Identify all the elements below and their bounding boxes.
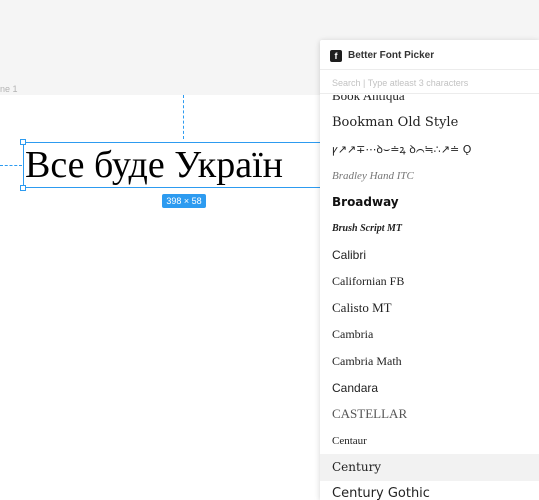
font-list-item[interactable]: Bradley Hand ITC <box>320 163 539 190</box>
font-list-item[interactable]: Book Antiqua <box>320 95 539 110</box>
font-list-item[interactable]: Calisto MT <box>320 295 539 322</box>
font-list-item[interactable]: Californian FB <box>320 269 539 296</box>
resize-handle-bottom-left[interactable] <box>20 185 26 191</box>
font-list-item[interactable]: Centaur <box>320 428 539 455</box>
alignment-guide-vertical <box>183 95 184 139</box>
font-list-item[interactable]: CASTELLAR <box>320 401 539 428</box>
plugin-logo-icon: f <box>330 50 342 62</box>
frame-name-label[interactable]: ne 1 <box>0 84 18 94</box>
font-list-item[interactable]: ꝩ↗↗∓⋯ꝺ⌣≐ꝝ ꝺ⌒≒∴↗≐ Ǫ <box>320 136 539 163</box>
selection-box[interactable] <box>20 139 333 191</box>
resize-handle-top-left[interactable] <box>20 139 26 145</box>
font-list-item[interactable]: Broadway <box>320 189 539 216</box>
font-list-item[interactable]: Cambria Math <box>320 348 539 375</box>
alignment-guide-horizontal <box>0 165 22 166</box>
font-list-item[interactable]: Calibri <box>320 242 539 269</box>
font-list-item[interactable]: Brush Script MT <box>320 216 539 243</box>
font-search-input[interactable] <box>320 72 539 94</box>
font-list-item[interactable]: Candara <box>320 375 539 402</box>
panel-header: f Better Font Picker <box>320 40 539 70</box>
size-badge: 398 × 58 <box>162 194 206 208</box>
plugin-title: Better Font Picker <box>348 50 435 61</box>
font-list-item[interactable]: Century Gothic <box>320 481 539 500</box>
font-list[interactable]: Book Antiqua Bookman Old Style ꝩ↗↗∓⋯ꝺ⌣≐ꝝ ꝺ… <box>320 95 539 500</box>
font-picker-panel: f Better Font Picker Book AntiquaBookman… <box>320 40 539 500</box>
font-list-item[interactable]: Bookman Old Style <box>320 110 539 137</box>
font-list-item[interactable]: Century <box>320 454 539 481</box>
font-list-item[interactable]: Cambria <box>320 322 539 349</box>
